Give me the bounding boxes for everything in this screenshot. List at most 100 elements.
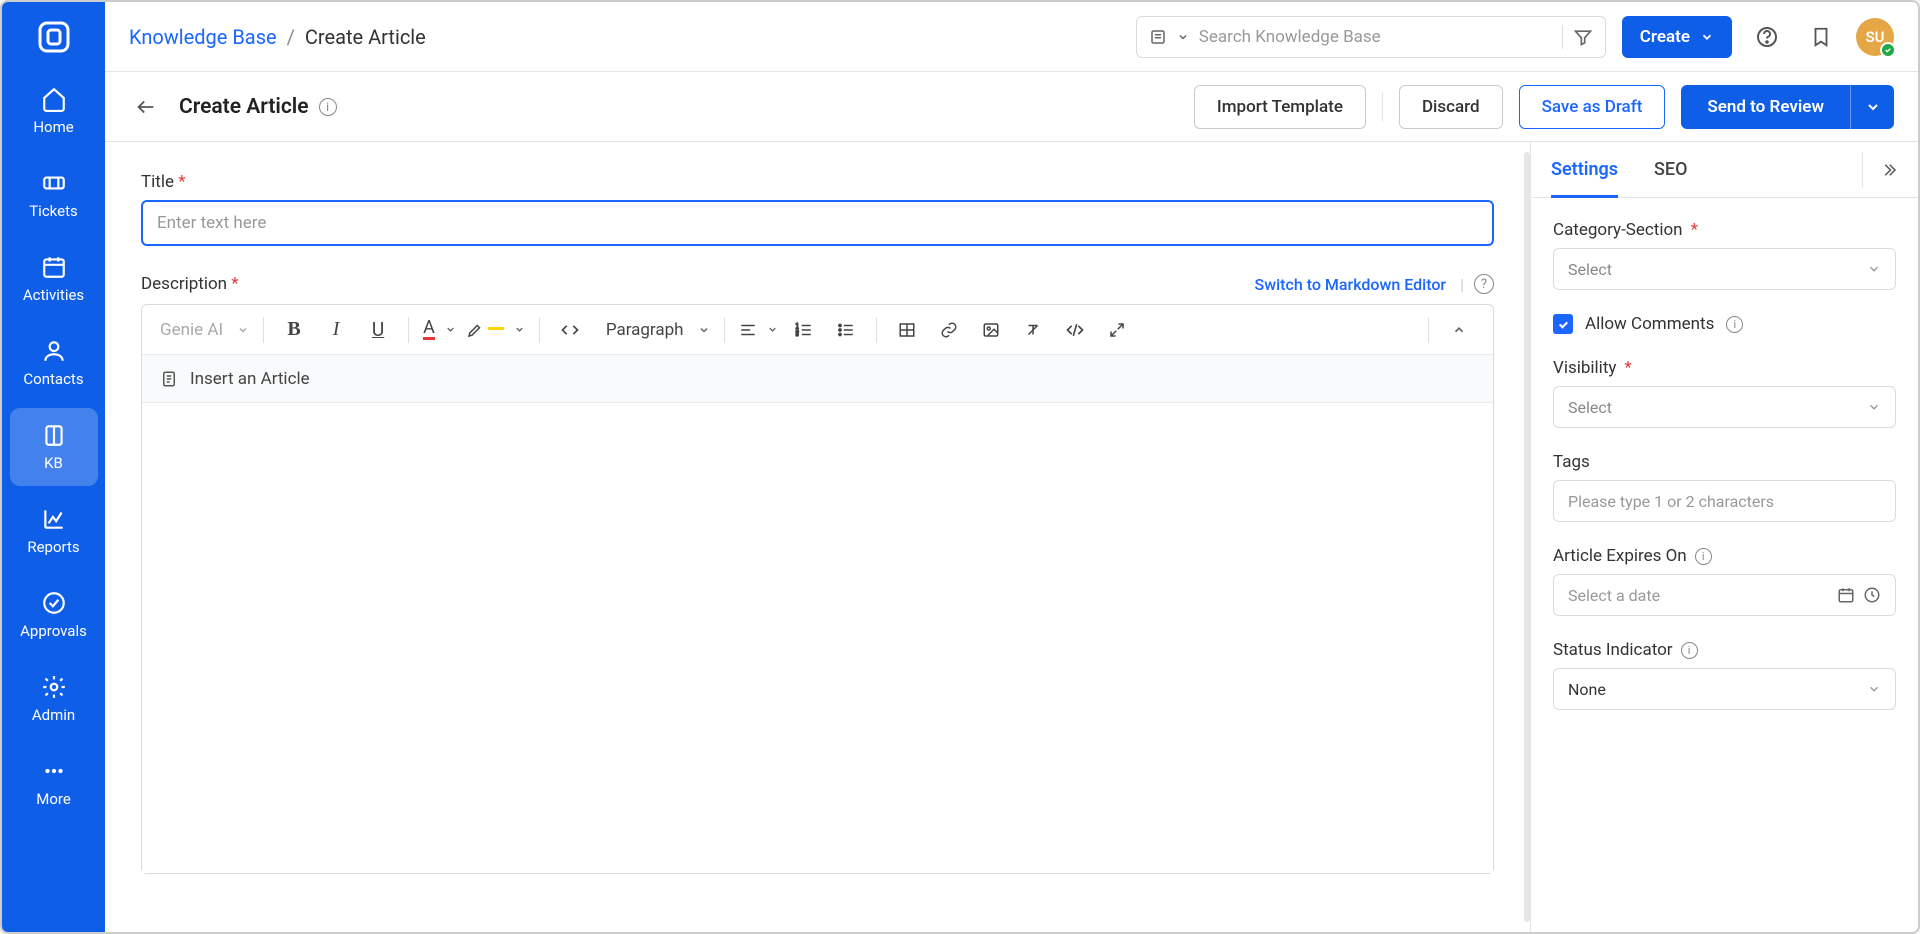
person-icon xyxy=(41,338,67,364)
editor-toolbar: Genie AI B I U A xyxy=(142,305,1493,355)
help-icon[interactable]: ? xyxy=(1474,274,1494,294)
tab-settings[interactable]: Settings xyxy=(1551,142,1618,197)
category-field: Category-Section * Select xyxy=(1553,220,1896,290)
discard-button[interactable]: Discard xyxy=(1399,85,1503,129)
create-label: Create xyxy=(1640,27,1690,47)
filter-icon[interactable] xyxy=(1573,27,1593,47)
breadcrumb: Knowledge Base / Create Article xyxy=(129,25,426,49)
align-button[interactable] xyxy=(735,312,782,348)
editor-body[interactable] xyxy=(142,403,1493,873)
info-icon[interactable]: i xyxy=(1726,316,1743,333)
checkbox-label: Allow Comments xyxy=(1585,314,1714,334)
nav-activities[interactable]: Activities xyxy=(10,240,98,318)
link-button[interactable] xyxy=(929,312,969,348)
nav-more[interactable]: More xyxy=(10,744,98,822)
breadcrumb-link[interactable]: Knowledge Base xyxy=(129,25,277,49)
user-avatar[interactable]: SU xyxy=(1856,18,1894,56)
help-button[interactable] xyxy=(1748,18,1786,56)
page-title-text: Create Article xyxy=(179,95,309,119)
bold-button[interactable]: B xyxy=(274,312,314,348)
clear-format-button[interactable] xyxy=(1013,312,1053,348)
main-area: Knowledge Base / Create Article Create xyxy=(105,2,1918,932)
date-placeholder: Select a date xyxy=(1568,586,1829,605)
tags-label: Tags xyxy=(1553,452,1896,472)
info-icon[interactable]: i xyxy=(1695,548,1712,565)
desc-label-text: Description xyxy=(141,274,227,294)
collapse-toolbar-button[interactable] xyxy=(1439,312,1479,348)
editor-column: Title * Description * Switch to Markdown… xyxy=(105,142,1530,932)
info-icon[interactable]: i xyxy=(1681,642,1698,659)
expand-panel-button[interactable] xyxy=(1862,152,1898,188)
select-placeholder: Select xyxy=(1568,398,1612,417)
save-draft-button[interactable]: Save as Draft xyxy=(1519,85,1666,129)
status-label: Status Indicator i xyxy=(1553,640,1896,660)
nav-kb[interactable]: KB xyxy=(10,408,98,486)
tags-input[interactable] xyxy=(1553,480,1896,522)
search-box[interactable] xyxy=(1136,16,1606,58)
highlight-color-button[interactable] xyxy=(462,312,529,348)
switch-markdown-link[interactable]: Switch to Markdown Editor xyxy=(1255,275,1447,294)
rich-editor: Genie AI B I U A xyxy=(141,304,1494,874)
underline-button[interactable]: U xyxy=(358,312,398,348)
chevron-down-icon xyxy=(1867,400,1881,414)
genie-ai-button[interactable]: Genie AI xyxy=(156,312,253,348)
nav-admin[interactable]: Admin xyxy=(10,660,98,738)
check-circle-icon xyxy=(41,590,67,616)
bullet-list-button[interactable] xyxy=(826,312,866,348)
visibility-field: Visibility * Select xyxy=(1553,358,1896,428)
code-button[interactable] xyxy=(550,312,590,348)
italic-button[interactable]: I xyxy=(316,312,356,348)
nav-approvals[interactable]: Approvals xyxy=(10,576,98,654)
title-label: Title * xyxy=(141,172,1494,192)
search-input[interactable] xyxy=(1199,27,1552,47)
expires-date-input[interactable]: Select a date xyxy=(1553,574,1896,616)
clear-format-icon xyxy=(1024,321,1042,339)
nav-reports[interactable]: Reports xyxy=(10,492,98,570)
chevron-down-icon xyxy=(1700,30,1714,44)
insert-article-button[interactable]: Insert an Article xyxy=(142,355,1493,403)
content-row: Title * Description * Switch to Markdown… xyxy=(105,142,1918,932)
bookmark-button[interactable] xyxy=(1802,18,1840,56)
title-label-text: Title xyxy=(141,172,174,192)
nav-tickets[interactable]: Tickets xyxy=(10,156,98,234)
allow-comments-field: Allow Comments i xyxy=(1553,314,1896,334)
side-tabs: Settings SEO xyxy=(1531,142,1918,198)
chevron-down-icon[interactable] xyxy=(1177,31,1189,43)
nav-home[interactable]: Home xyxy=(10,72,98,150)
fullscreen-button[interactable] xyxy=(1097,312,1137,348)
nav-label: Activities xyxy=(23,286,84,304)
category-select[interactable]: Select xyxy=(1553,248,1896,290)
numbered-list-button[interactable]: 123 xyxy=(784,312,824,348)
text-color-button[interactable]: A xyxy=(419,312,460,348)
nav-label: Home xyxy=(33,118,73,136)
code-view-button[interactable] xyxy=(1055,312,1095,348)
checkbox-checked-icon xyxy=(1553,314,1573,334)
insert-article-label: Insert an Article xyxy=(190,369,310,389)
app-logo[interactable] xyxy=(2,2,105,72)
nav-contacts[interactable]: Contacts xyxy=(10,324,98,402)
tags-field: Tags xyxy=(1553,452,1896,522)
divider xyxy=(1382,92,1383,122)
visibility-select[interactable]: Select xyxy=(1553,386,1896,428)
avatar-initials: SU xyxy=(1865,28,1884,46)
allow-comments-checkbox[interactable]: Allow Comments i xyxy=(1553,314,1896,334)
create-button[interactable]: Create xyxy=(1622,16,1732,58)
help-icon xyxy=(1755,25,1779,49)
info-icon[interactable]: i xyxy=(319,98,337,116)
required-mark: * xyxy=(178,172,185,192)
paragraph-dropdown[interactable]: Paragraph xyxy=(592,312,714,348)
table-button[interactable] xyxy=(887,312,927,348)
send-review-dropdown[interactable] xyxy=(1850,85,1894,129)
status-select[interactable]: None xyxy=(1553,668,1896,710)
import-template-button[interactable]: Import Template xyxy=(1194,85,1366,129)
tab-seo[interactable]: SEO xyxy=(1654,142,1687,197)
page-title: Create Article i xyxy=(179,95,337,119)
send-review-button[interactable]: Send to Review xyxy=(1681,85,1850,129)
title-input[interactable] xyxy=(141,200,1494,246)
nav-label: Contacts xyxy=(23,370,83,388)
back-button[interactable] xyxy=(129,90,163,124)
list-icon[interactable] xyxy=(1149,28,1167,46)
gear-icon xyxy=(41,674,67,700)
image-button[interactable] xyxy=(971,312,1011,348)
double-chevron-right-icon xyxy=(1880,161,1898,179)
